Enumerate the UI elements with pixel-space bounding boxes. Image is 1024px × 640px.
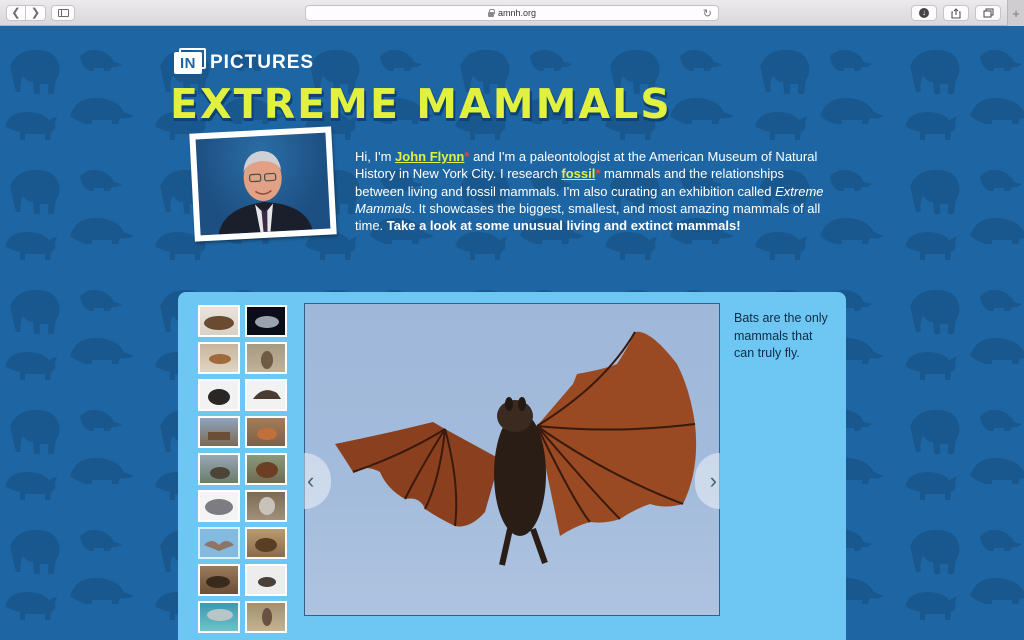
lock-icon bbox=[487, 8, 495, 17]
intro-cta: Take a look at some unusual living and e… bbox=[386, 218, 741, 234]
page-content: IN PICTURES EXTREME MAMMALS Hi, I'm John… bbox=[0, 26, 1024, 640]
thumbnail-fossil-skull[interactable] bbox=[198, 305, 240, 337]
flying-fox-bat-icon bbox=[335, 331, 697, 566]
thumbnail-deer[interactable] bbox=[198, 416, 240, 448]
logo-pictures-text: PICTURES bbox=[210, 52, 315, 73]
share-icon bbox=[951, 7, 961, 19]
url-text: amnh.org bbox=[497, 8, 537, 18]
chevron-right-icon: › bbox=[709, 468, 717, 493]
downloads-button[interactable]: ↓ bbox=[911, 5, 937, 21]
man-portrait-icon bbox=[218, 151, 313, 235]
fossil-link[interactable]: fossil bbox=[561, 166, 595, 181]
show-tabs-button[interactable] bbox=[975, 5, 1001, 21]
new-tab-button[interactable]: + bbox=[1007, 0, 1024, 26]
thumbnail-anteater[interactable] bbox=[245, 379, 287, 411]
chevron-left-icon: ❮ bbox=[11, 6, 21, 19]
reload-icon[interactable]: ↻ bbox=[703, 7, 712, 20]
sidebar-toggle-button[interactable] bbox=[51, 5, 75, 21]
sidebar-icon bbox=[57, 9, 69, 17]
thumbnail-bear[interactable] bbox=[198, 379, 240, 411]
tabs-icon bbox=[982, 8, 994, 18]
share-button[interactable] bbox=[943, 5, 969, 21]
logo-in-text: IN bbox=[180, 54, 196, 72]
image-caption: Bats are the only mammals that can truly… bbox=[734, 311, 828, 360]
thumbnail-elephant-shrew[interactable] bbox=[245, 601, 287, 633]
chevron-left-icon: ‹ bbox=[307, 468, 315, 493]
thumbnail-manatee[interactable] bbox=[198, 601, 240, 633]
page-title: EXTREME MAMMALS bbox=[170, 80, 672, 128]
curator-portrait bbox=[189, 126, 337, 242]
thumbnail-kangaroo[interactable] bbox=[245, 342, 287, 374]
forward-button[interactable]: ❯ bbox=[26, 5, 46, 21]
thumbnail-sugar-glider[interactable] bbox=[245, 490, 287, 522]
thumbnail-fox[interactable] bbox=[245, 416, 287, 448]
thumbnail-tasmanian-tiger[interactable] bbox=[198, 342, 240, 374]
back-button[interactable]: ❮ bbox=[6, 5, 26, 21]
portrait-photo bbox=[195, 132, 331, 236]
download-icon: ↓ bbox=[919, 8, 929, 18]
thumbnail-mammoth[interactable] bbox=[245, 453, 287, 485]
thumbnail-glyptodon[interactable] bbox=[198, 490, 240, 522]
thumbnail-shrew[interactable] bbox=[245, 564, 287, 596]
thumbnail-hedgehog[interactable] bbox=[245, 527, 287, 559]
thumbnail-opossum[interactable] bbox=[245, 305, 287, 337]
featured-image-bat bbox=[304, 303, 720, 616]
plus-icon: + bbox=[1012, 5, 1020, 21]
intro-paragraph: Hi, I'm John Flynn* and I'm a paleontolo… bbox=[355, 149, 824, 234]
address-bar[interactable]: amnh.org ↻ bbox=[305, 5, 719, 21]
chevron-right-icon: ❯ bbox=[30, 6, 41, 19]
thumbnail-wombat[interactable] bbox=[198, 453, 240, 485]
browser-toolbar: ❮ ❯ amnh.org ↻ ↓ + bbox=[0, 0, 1024, 26]
thumbnail-bat[interactable] bbox=[198, 527, 240, 559]
in-pictures-logo[interactable]: IN PICTURES bbox=[174, 48, 314, 74]
thumbnail-platypus[interactable] bbox=[198, 564, 240, 596]
john-flynn-link[interactable]: John Flynn bbox=[395, 149, 464, 164]
photo-stack-icon: IN bbox=[174, 48, 206, 74]
